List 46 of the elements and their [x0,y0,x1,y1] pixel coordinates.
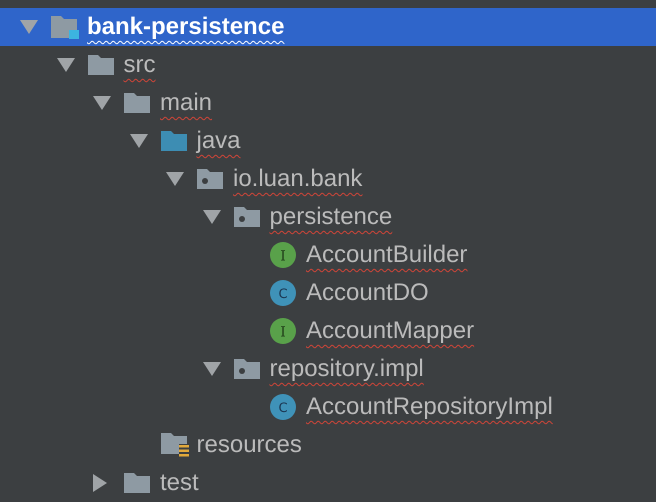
tree-item-label: src [124,51,156,79]
tree-item-label: repository.impl [270,355,424,383]
tree-item-label: AccountMapper [306,317,474,345]
tree-row[interactable]: java [0,122,656,160]
tree-item-label: io.luan.bank [233,165,362,193]
expanded-arrow-icon[interactable] [56,58,74,72]
expanded-arrow-icon[interactable] [93,96,111,110]
package-icon [232,206,260,228]
collapsed-arrow-icon[interactable] [93,474,107,492]
tree-item-label: test [160,469,199,497]
tree-item-label: AccountBuilder [306,241,468,269]
folder-icon [160,130,188,152]
tree-row[interactable]: C AccountRepositoryImpl [0,388,656,426]
tree-row[interactable]: I AccountBuilder [0,236,656,274]
tree-row[interactable]: io.luan.bank [0,160,656,198]
class-icon: C [269,279,297,307]
tree-item-label: AccountRepositoryImpl [306,393,553,421]
tree-item-label: resources [196,431,302,459]
tree-item-label: persistence [270,203,392,231]
tree-row[interactable]: main [0,84,656,122]
package-icon [232,358,260,380]
interface-icon: I [269,241,297,269]
tree-row[interactable]: repository.impl [0,350,656,388]
tree-row[interactable]: src [0,46,656,84]
module-folder-icon [50,15,80,39]
expanded-arrow-icon[interactable] [130,134,148,148]
folder-icon [86,54,114,76]
tree-item-label: bank-persistence [87,13,284,41]
tree-row[interactable]: C AccountDO [0,274,656,312]
class-icon: C [269,393,297,421]
resources-folder-icon [160,432,190,458]
tree-row[interactable]: test [0,464,656,502]
interface-icon: I [269,317,297,345]
expanded-arrow-icon[interactable] [202,210,220,224]
package-icon [196,168,224,190]
tree-row[interactable]: resources [0,426,656,464]
tree-row[interactable]: I AccountMapper [0,312,656,350]
folder-icon [123,472,151,494]
tree-item-label: java [196,127,241,155]
folder-icon [123,92,151,114]
expanded-arrow-icon[interactable] [166,172,184,186]
tree-item-label: main [160,89,212,117]
expanded-arrow-icon[interactable] [202,362,220,376]
tree-row[interactable]: persistence [0,198,656,236]
tree-row[interactable]: bank-persistence [0,8,656,46]
tree-item-label: AccountDO [306,279,429,307]
